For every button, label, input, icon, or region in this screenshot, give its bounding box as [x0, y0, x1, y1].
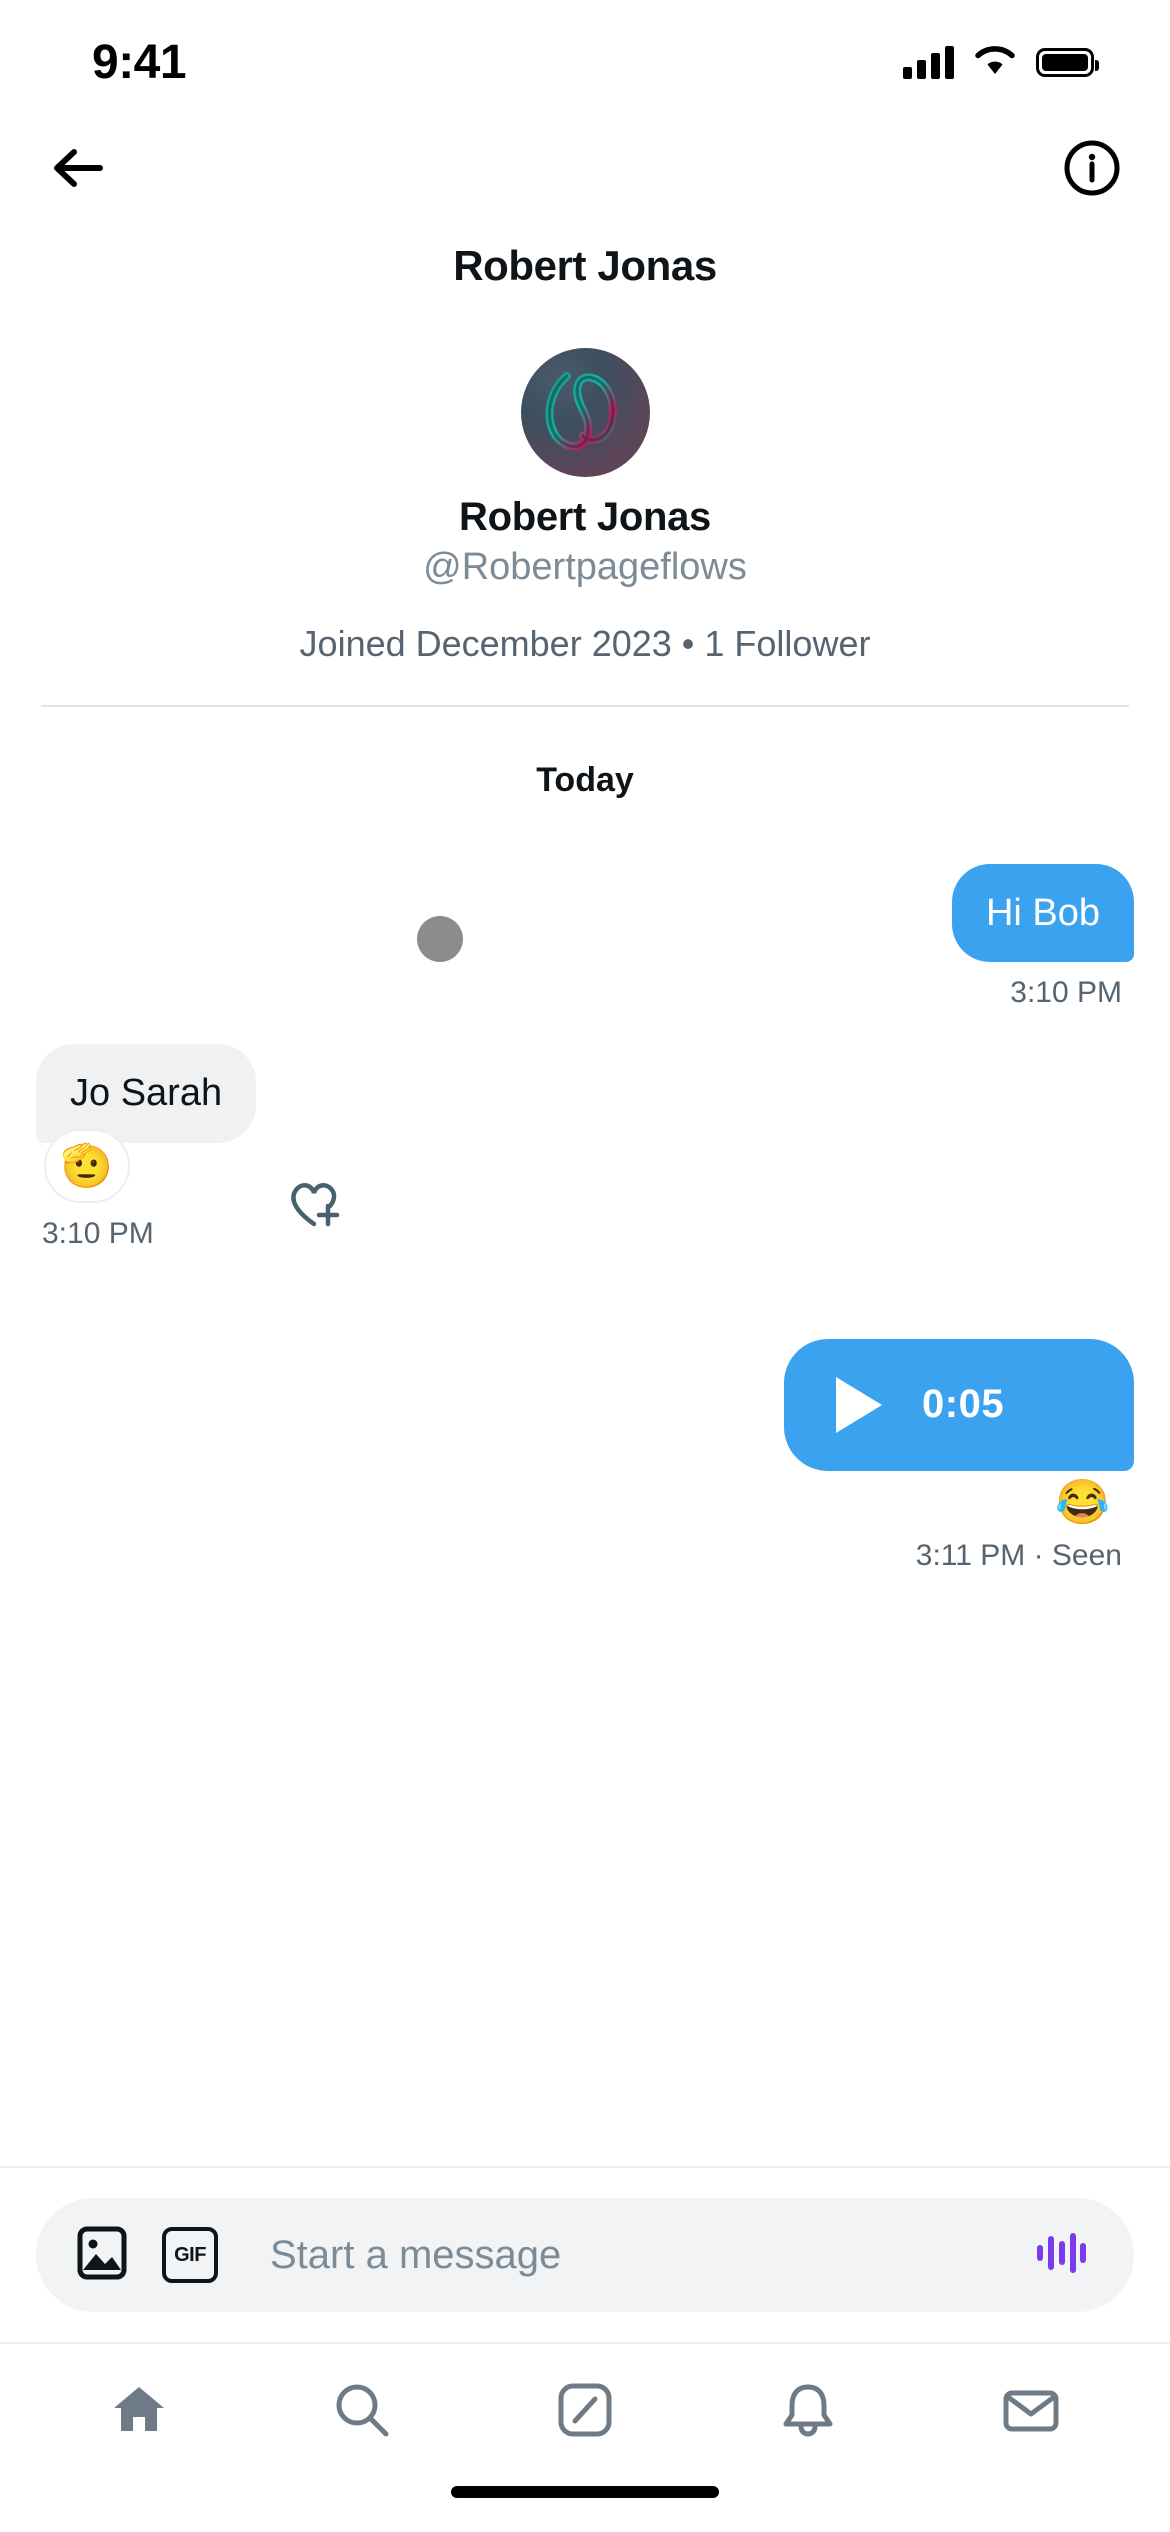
- composer[interactable]: GIF Start a message: [36, 2198, 1134, 2312]
- info-circle-icon[interactable]: [1056, 132, 1128, 204]
- message-meta: 3:11 PM · Seen: [915, 1538, 1122, 1572]
- search-icon: [331, 2379, 393, 2446]
- message-row: Hi Bob 3:10 PM: [36, 864, 1134, 1010]
- gif-label: GIF: [174, 2243, 206, 2266]
- day-separator: Today: [536, 761, 634, 799]
- message-meta: 3:10 PM: [42, 1216, 154, 1250]
- profile-name: Robert Jonas: [458, 495, 711, 539]
- phone-screen: 9:41 Robert Jonas Robert Jonas @Robertpa…: [0, 0, 1170, 2532]
- message-bubble[interactable]: Jo Sarah: [36, 1044, 257, 1143]
- audio-waveform-icon[interactable]: [1032, 2224, 1090, 2287]
- nav-item-search[interactable]: [302, 2364, 422, 2460]
- profile-meta: Joined December 2023 • 1 Follower: [299, 623, 871, 664]
- nav-item-home[interactable]: [79, 2364, 199, 2460]
- mail-icon: [1000, 2379, 1062, 2446]
- compose-icon: [554, 2379, 616, 2446]
- gif-icon[interactable]: GIF: [162, 2227, 218, 2283]
- image-icon[interactable]: [72, 2223, 132, 2288]
- voice-duration: 0:05: [922, 1382, 1005, 1427]
- back-arrow-icon[interactable]: [42, 132, 114, 204]
- message-meta: 3:10 PM: [1010, 976, 1122, 1010]
- home-indicator[interactable]: [451, 2486, 719, 2498]
- nav-bar: [0, 118, 1170, 218]
- avatar[interactable]: [520, 348, 650, 477]
- composer-bar: GIF Start a message: [0, 2166, 1170, 2342]
- message-reaction[interactable]: 🫡: [44, 1128, 130, 1203]
- status-indicators: [903, 38, 1099, 81]
- nav-item-compose[interactable]: [525, 2364, 645, 2460]
- cellular-signal-icon: [903, 45, 954, 79]
- message-input[interactable]: Start a message: [248, 2233, 1002, 2278]
- battery-icon: [1036, 47, 1099, 77]
- thread-spacer: [36, 1251, 1134, 1339]
- bottom-nav: [0, 2342, 1170, 2480]
- nav-item-messages[interactable]: [971, 2364, 1091, 2460]
- page-title: Robert Jonas: [453, 242, 717, 289]
- home-icon: [108, 2379, 170, 2446]
- wifi-icon: [974, 44, 1016, 81]
- message-row: Jo Sarah 🫡 3:10 PM: [36, 1044, 1134, 1250]
- touch-indicator: [417, 916, 463, 962]
- message-thread: Today Hi Bob 3:10 PM Jo Sarah 🫡 3:10 PM: [0, 707, 1170, 2166]
- heart-plus-icon[interactable]: [282, 1170, 346, 1251]
- message-bubble[interactable]: Hi Bob: [951, 864, 1134, 963]
- status-bar: 9:41: [0, 0, 1170, 118]
- profile-handle: @Robertpageflows: [423, 546, 747, 588]
- bell-icon: [777, 2379, 839, 2446]
- message-reaction[interactable]: 😂: [1055, 1480, 1134, 1525]
- play-icon[interactable]: [836, 1376, 882, 1433]
- home-indicator-area: [0, 2480, 1170, 2532]
- message-row: 0:05 😂 3:11 PM · Seen: [36, 1338, 1134, 1573]
- profile-header: Robert Jonas @Robertpageflows Joined Dec…: [0, 290, 1170, 665]
- status-time: 9:41: [92, 36, 187, 89]
- voice-message-bubble[interactable]: 0:05: [784, 1338, 1134, 1471]
- nav-item-notifications[interactable]: [748, 2364, 868, 2460]
